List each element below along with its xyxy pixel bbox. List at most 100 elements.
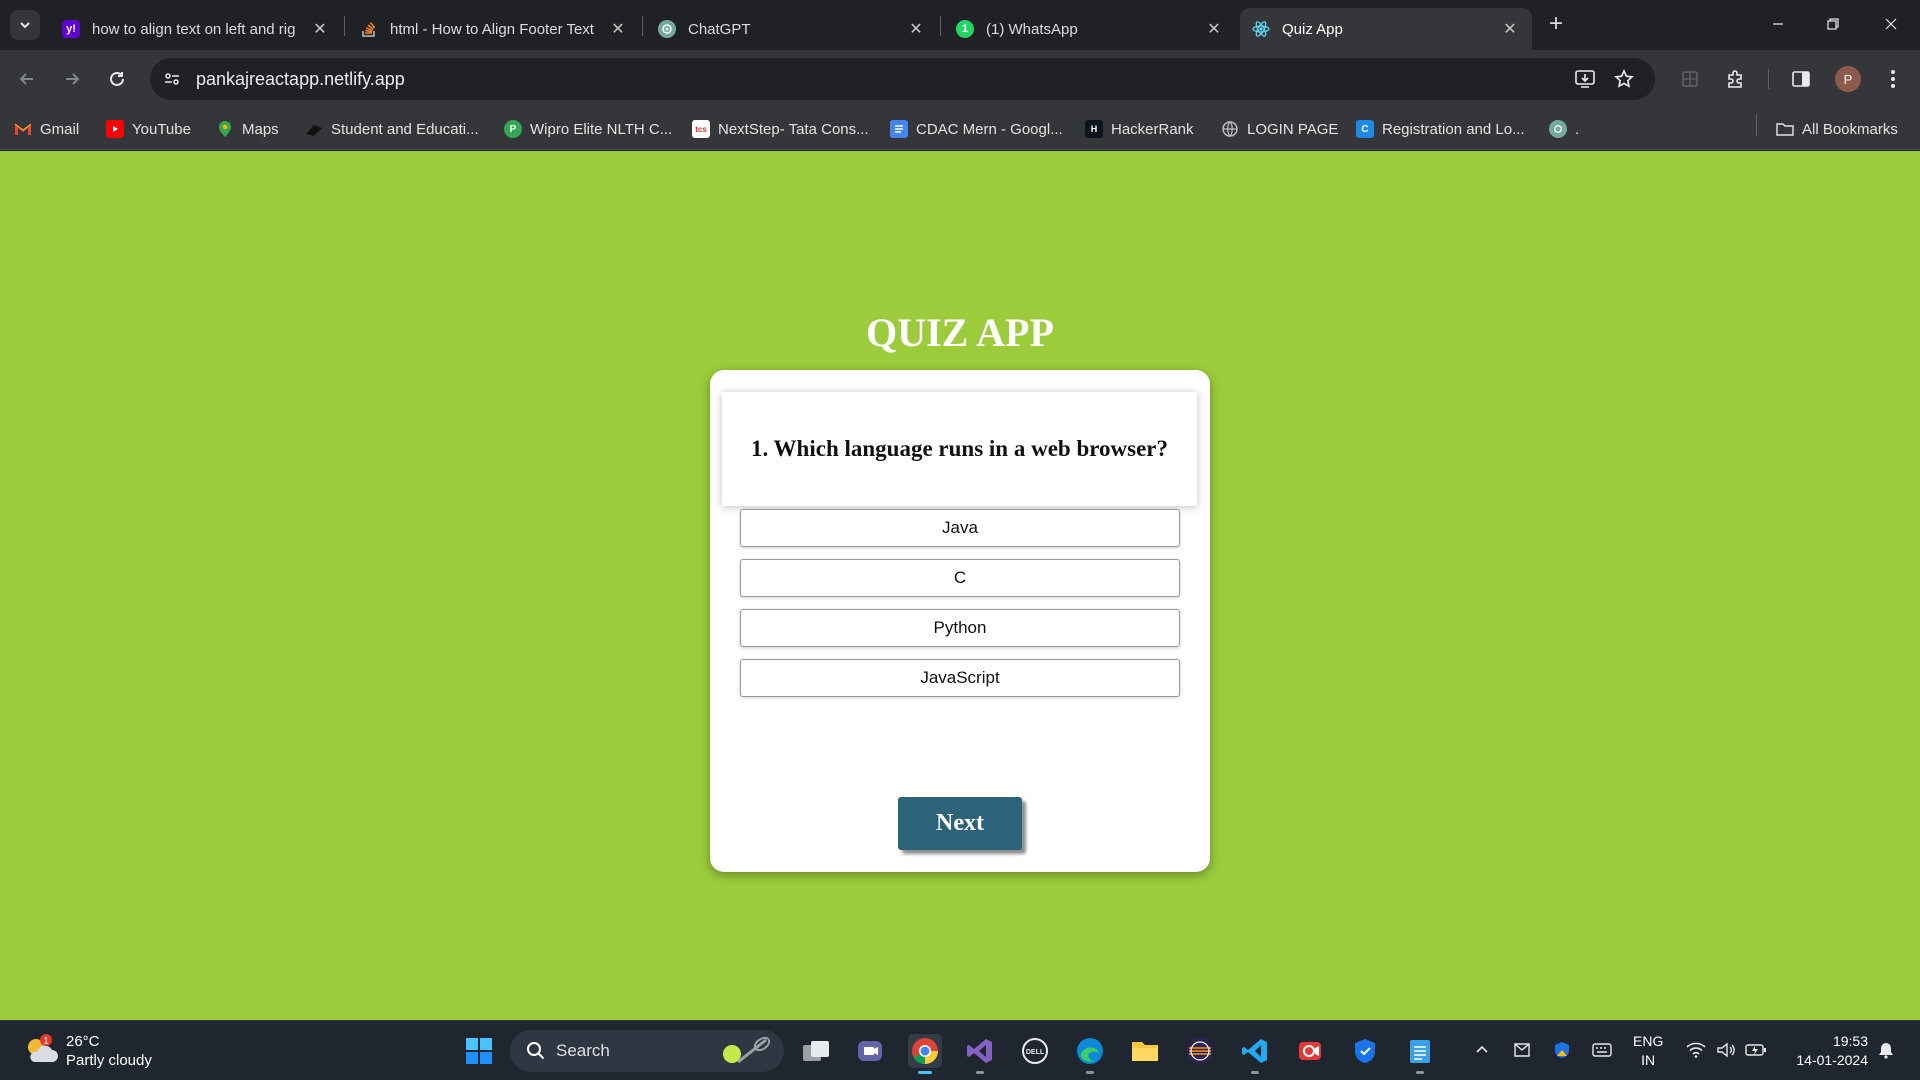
weather-condition: Partly cloudy	[66, 1052, 152, 1069]
clock-time: 19:53	[1832, 1033, 1868, 1049]
keyboard-icon[interactable]	[1591, 1039, 1613, 1061]
restore-button[interactable]	[1810, 8, 1856, 40]
bookmark-star-icon[interactable]	[1612, 67, 1636, 91]
close-tab-icon[interactable]: ✕	[1204, 19, 1224, 39]
forward-button[interactable]	[55, 62, 89, 96]
visual-studio-button[interactable]	[963, 1034, 997, 1074]
bookmarks-divider	[1756, 114, 1757, 136]
notepad-button[interactable]	[1403, 1034, 1437, 1074]
running-indicator	[918, 1071, 932, 1074]
bookmark-wipro[interactable]: P Wipro Elite NLTH C...	[504, 118, 672, 140]
side-panel-icon[interactable]	[1788, 66, 1814, 92]
teams-chat-button[interactable]	[853, 1034, 887, 1068]
back-button[interactable]	[10, 62, 44, 96]
tab-title: html - How to Align Footer Text	[390, 20, 594, 38]
task-view-button[interactable]	[799, 1034, 833, 1068]
install-app-icon[interactable]	[1573, 67, 1597, 91]
start-button[interactable]	[462, 1034, 496, 1068]
menu-kebab-icon[interactable]	[1880, 66, 1906, 92]
close-window-button[interactable]	[1868, 8, 1914, 40]
running-indicator	[1251, 1071, 1259, 1074]
search-highlight-tennis-icon	[723, 1036, 771, 1064]
minimize-icon	[1773, 23, 1783, 25]
tab-quiz-app[interactable]: Quiz App ✕	[1240, 8, 1532, 50]
bookmark-youtube[interactable]: YouTube	[106, 118, 191, 140]
tab-yahoo-search[interactable]: y! how to align text on left and rig ✕	[50, 8, 342, 50]
screen-recorder-button[interactable]	[1293, 1034, 1327, 1068]
close-tab-icon[interactable]: ✕	[608, 19, 628, 39]
file-explorer-button[interactable]	[1128, 1034, 1162, 1068]
bookmark-gmail[interactable]: Gmail	[14, 118, 79, 140]
option-button[interactable]: JavaScript	[740, 659, 1180, 697]
running-indicator	[1416, 1071, 1424, 1074]
close-tab-icon[interactable]: ✕	[906, 19, 926, 39]
battery-icon[interactable]	[1745, 1039, 1767, 1061]
bookmark-chatgpt[interactable]: .	[1549, 118, 1579, 140]
region-code: IN	[1641, 1052, 1656, 1068]
chrome-taskbar-button[interactable]	[908, 1034, 942, 1074]
clock-date: 14-01-2024	[1796, 1052, 1868, 1068]
bookmark-label: All Bookmarks	[1802, 120, 1898, 138]
system-clock[interactable]: 19:53 14-01-2024	[1784, 1032, 1868, 1070]
volume-icon[interactable]	[1715, 1039, 1737, 1061]
bookmark-maps[interactable]: Maps	[216, 118, 279, 140]
bookmark-hackerrank[interactable]: H HackerRank	[1085, 118, 1194, 140]
tab-stackoverflow[interactable]: html - How to Align Footer Text ✕	[348, 8, 640, 50]
bookmark-student[interactable]: Student and Educati...	[305, 118, 479, 140]
notification-bell-icon[interactable]	[1875, 1039, 1897, 1061]
bookmark-label: LOGIN PAGE	[1247, 120, 1339, 138]
tcs-icon: tcs	[692, 120, 710, 138]
site-info-icon[interactable]	[160, 67, 184, 91]
new-tab-button[interactable]: +	[1543, 12, 1569, 38]
profile-avatar[interactable]: P	[1835, 66, 1861, 92]
visual-studio-icon	[967, 1039, 992, 1063]
chevron-up-icon[interactable]	[1471, 1039, 1493, 1061]
svg-text:1: 1	[43, 1036, 49, 1047]
option-button[interactable]: Java	[740, 509, 1180, 547]
reload-button[interactable]	[100, 62, 134, 96]
tab-whatsapp[interactable]: 1 (1) WhatsApp ✕	[944, 8, 1236, 50]
close-tab-icon[interactable]: ✕	[1500, 19, 1520, 39]
minimize-button[interactable]	[1755, 8, 1801, 40]
partly-cloudy-icon: 1	[22, 1032, 60, 1070]
forward-arrow-icon	[66, 73, 80, 85]
bookmark-tcs[interactable]: tcs NextStep- Tata Cons...	[692, 118, 869, 140]
tab-title: Quiz App	[1282, 20, 1343, 38]
all-bookmarks-button[interactable]: All Bookmarks	[1776, 118, 1898, 140]
tab-search-button[interactable]	[10, 10, 40, 40]
restore-icon	[1827, 18, 1839, 30]
extensions-icon[interactable]	[1723, 66, 1749, 92]
bookmark-login-page[interactable]: LOGIN PAGE	[1221, 118, 1338, 140]
dell-app-button[interactable]: DELL	[1018, 1034, 1052, 1068]
bookmarks-bar: Gmail YouTube Maps Student and Educati..…	[0, 108, 1920, 150]
next-button[interactable]: Next	[898, 797, 1022, 850]
tray-app-icon[interactable]	[1511, 1039, 1533, 1061]
bookmark-registration[interactable]: C Registration and Lo...	[1356, 118, 1525, 140]
taskbar-search[interactable]: Search	[510, 1030, 784, 1072]
tab-chatgpt[interactable]: ChatGPT ✕	[646, 8, 938, 50]
bookmark-label: Wipro Elite NLTH C...	[530, 120, 673, 138]
weather-widget[interactable]: 1 26°C Partly cloudy	[22, 1029, 152, 1073]
tab-divider	[642, 16, 643, 36]
close-tab-icon[interactable]: ✕	[310, 19, 330, 39]
bookmark-label: Gmail	[40, 120, 80, 138]
bookmark-cdac-doc[interactable]: CDAC Mern - Googl...	[890, 118, 1063, 140]
eclipse-button[interactable]	[1183, 1034, 1217, 1068]
extension-puzzle-dim-icon[interactable]	[1677, 66, 1703, 92]
url-text[interactable]: pankajreactapp.netlify.app	[196, 69, 405, 90]
option-button[interactable]: C	[740, 559, 1180, 597]
svg-text:DELL: DELL	[1026, 1049, 1045, 1056]
wifi-icon[interactable]	[1685, 1039, 1707, 1061]
vscode-button[interactable]	[1238, 1034, 1272, 1074]
notepad-icon	[1410, 1040, 1430, 1063]
defender-icon[interactable]	[1551, 1039, 1573, 1061]
address-bar[interactable]: pankajreactapp.netlify.app	[150, 58, 1655, 100]
globe-icon	[1221, 120, 1239, 138]
back-arrow-icon	[19, 73, 33, 85]
bookmark-label: CDAC Mern - Googl...	[916, 120, 1063, 138]
edge-button[interactable]	[1073, 1034, 1107, 1074]
option-button[interactable]: Python	[740, 609, 1180, 647]
language-indicator[interactable]: ENG IN	[1633, 1032, 1663, 1070]
windows-logo-icon	[466, 1038, 492, 1064]
security-app-button[interactable]	[1348, 1034, 1382, 1068]
